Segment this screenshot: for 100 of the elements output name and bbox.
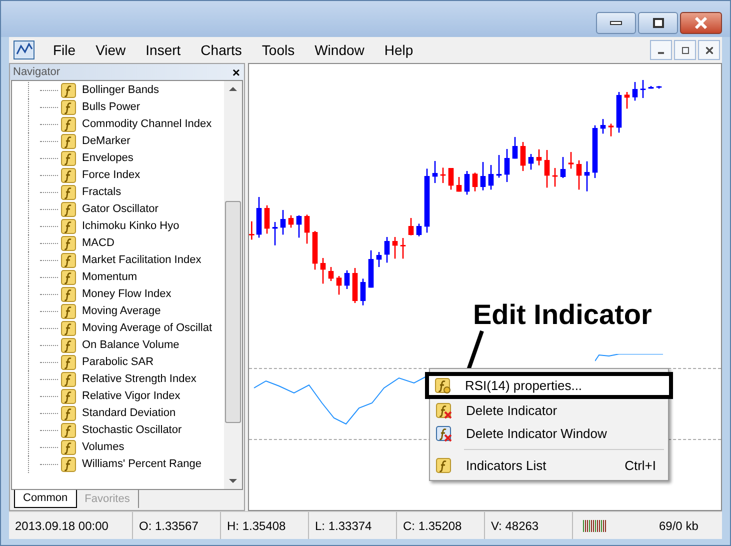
indicator-item[interactable]: Commodity Channel Index bbox=[12, 116, 224, 133]
menu-item[interactable]: View bbox=[86, 40, 136, 60]
status-text: 69/0 kb bbox=[659, 518, 698, 534]
indicator-item[interactable]: DeMarker bbox=[12, 133, 224, 150]
indicator-item[interactable]: Moving Average of Oscillat bbox=[12, 320, 224, 337]
close-button[interactable] bbox=[680, 12, 722, 34]
indicator-item[interactable]: Force Index bbox=[12, 167, 224, 184]
candlestick bbox=[616, 92, 622, 133]
chart-restore-button[interactable] bbox=[674, 40, 696, 60]
function-icon bbox=[61, 252, 77, 268]
navigator-title: Navigator bbox=[12, 64, 60, 80]
indicator-item[interactable]: Fractals bbox=[12, 184, 224, 201]
menu-item[interactable]: RSI(14) properties... bbox=[425, 372, 673, 399]
function-icon bbox=[61, 184, 77, 200]
window-delete-icon bbox=[436, 426, 452, 442]
scroll-down-icon bbox=[229, 479, 237, 483]
status-text: O: 1.33567 bbox=[139, 518, 198, 534]
function-icon bbox=[61, 286, 77, 302]
indicator-item[interactable]: On Balance Volume bbox=[12, 337, 224, 354]
scroll-thumb[interactable] bbox=[225, 201, 241, 423]
close-button[interactable]: × bbox=[232, 66, 240, 78]
indicator-item[interactable]: Momentum bbox=[12, 269, 224, 286]
candlestick bbox=[456, 177, 462, 192]
function-icon bbox=[61, 236, 77, 252]
minimize-button[interactable] bbox=[596, 12, 636, 34]
chart-minimize-button[interactable] bbox=[650, 40, 672, 60]
menu-item[interactable]: Tools bbox=[252, 40, 305, 60]
indicator-item[interactable]: Relative Vigor Index bbox=[12, 388, 224, 405]
indicator-item[interactable]: Relative Strength Index bbox=[12, 371, 224, 388]
candlestick bbox=[608, 124, 614, 136]
indicator-item[interactable]: Envelopes bbox=[12, 150, 224, 167]
menu-item[interactable]: Window bbox=[304, 40, 374, 60]
candlestick bbox=[648, 86, 654, 89]
maximize-icon bbox=[652, 18, 664, 28]
chart-close-button[interactable] bbox=[698, 40, 720, 60]
candlestick bbox=[368, 250, 374, 288]
function-gear-icon bbox=[435, 378, 451, 394]
indicator-item[interactable]: Bulls Power bbox=[12, 99, 224, 116]
candlestick bbox=[288, 215, 294, 228]
function-delete-icon bbox=[436, 402, 452, 418]
indicator-item[interactable]: Volumes bbox=[12, 439, 224, 456]
indicator-item[interactable]: Bollinger Bands bbox=[12, 82, 224, 99]
scrollbar[interactable] bbox=[224, 81, 242, 489]
candlestick bbox=[496, 155, 502, 178]
status-text: L: 1.33374 bbox=[315, 518, 372, 534]
candlestick bbox=[624, 92, 630, 109]
function-icon bbox=[61, 116, 77, 132]
indicator-item[interactable]: Williams' Percent Range bbox=[12, 456, 224, 473]
candlestick bbox=[384, 237, 390, 263]
status-text: H: 1.35408 bbox=[227, 518, 286, 534]
function-icon bbox=[61, 406, 77, 422]
function-icon bbox=[61, 304, 77, 320]
minimize-icon bbox=[658, 52, 664, 54]
indicator-item[interactable]: Moving Average bbox=[12, 303, 224, 320]
candlestick bbox=[328, 267, 334, 281]
candlestick bbox=[312, 231, 318, 270]
candlestick bbox=[336, 276, 342, 295]
function-icon bbox=[61, 422, 77, 438]
candlestick bbox=[584, 161, 590, 192]
callout-text: Edit Indicator bbox=[473, 298, 652, 332]
indicator-item[interactable]: Parabolic SAR bbox=[12, 354, 224, 371]
indicator-item[interactable]: MACD bbox=[12, 235, 224, 252]
function-icon bbox=[61, 440, 77, 456]
candlestick bbox=[416, 224, 422, 236]
candlestick bbox=[432, 161, 438, 183]
candlestick bbox=[272, 222, 278, 246]
status-text: C: 1.35208 bbox=[403, 518, 462, 534]
candlestick bbox=[249, 221, 254, 240]
candlestick bbox=[440, 168, 446, 183]
function-icon bbox=[61, 456, 77, 472]
list-icon bbox=[436, 458, 452, 474]
indicator-item[interactable]: Stochastic Oscillator bbox=[12, 422, 224, 439]
function-icon bbox=[61, 270, 77, 286]
maximize-button[interactable] bbox=[638, 12, 678, 34]
candlestick bbox=[256, 197, 262, 238]
menu-item[interactable]: Indicators List Ctrl+I bbox=[430, 454, 668, 477]
candlestick bbox=[392, 237, 398, 259]
menu-item[interactable]: Charts bbox=[190, 40, 252, 60]
indicator-item[interactable]: Market Facilitation Index bbox=[12, 252, 224, 269]
function-icon bbox=[61, 338, 77, 354]
menu-item[interactable]: Delete Indicator bbox=[430, 399, 668, 422]
candlestick bbox=[640, 80, 646, 98]
indicator-item[interactable]: Money Flow Index bbox=[12, 286, 224, 303]
candlestick bbox=[344, 270, 350, 289]
candlestick bbox=[512, 137, 518, 159]
function-icon bbox=[61, 134, 77, 150]
function-icon bbox=[61, 388, 77, 404]
menu-item[interactable]: Delete Indicator Window bbox=[430, 422, 668, 445]
menu-item[interactable]: File bbox=[43, 40, 86, 60]
indicator-item[interactable]: Ichimoku Kinko Hyo bbox=[12, 218, 224, 235]
indicator-item[interactable]: Standard Deviation bbox=[12, 405, 224, 422]
candlestick bbox=[448, 168, 454, 190]
indicator-item[interactable]: Gator Oscillator bbox=[12, 201, 224, 218]
navigator-tab[interactable]: Common bbox=[14, 490, 77, 508]
candlestick bbox=[472, 172, 478, 192]
menu-item[interactable]: Insert bbox=[136, 40, 191, 60]
menu-item[interactable]: Help bbox=[374, 40, 424, 60]
function-icon bbox=[61, 82, 77, 98]
candlestick bbox=[488, 165, 494, 190]
rsi-line bbox=[595, 354, 663, 362]
